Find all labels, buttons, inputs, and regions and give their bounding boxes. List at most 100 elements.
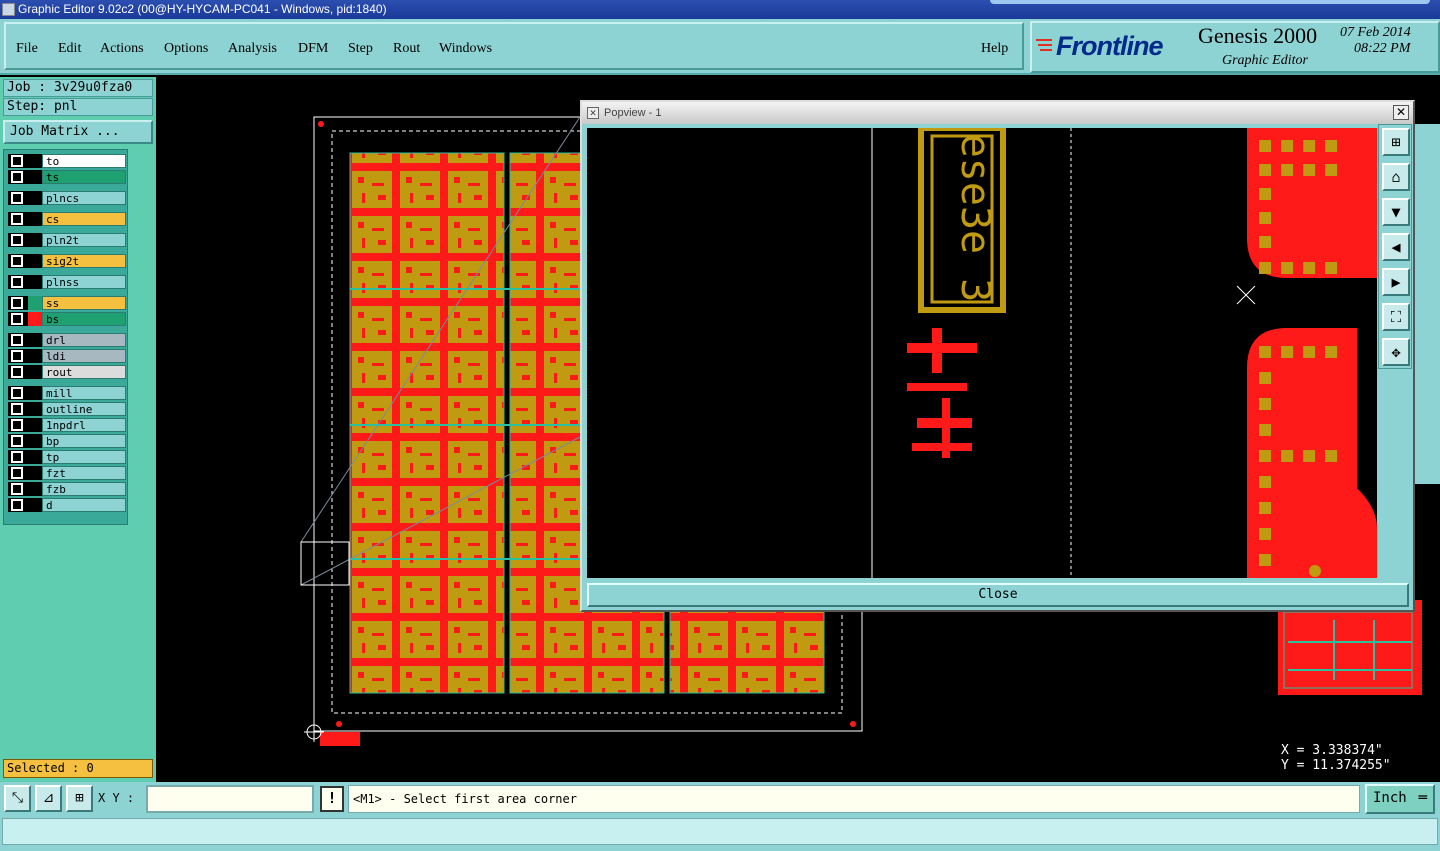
layer-checkbox-icon[interactable] [11, 483, 23, 495]
layer-checkbox-icon[interactable] [11, 387, 23, 399]
coord-y: Y = 11.374255" [1281, 758, 1391, 773]
layer-name: plnss [42, 275, 126, 289]
job-matrix-button[interactable]: Job Matrix ... [3, 120, 153, 144]
layer-name: bp [42, 434, 126, 448]
layer-row[interactable]: 1npdrl [8, 418, 126, 432]
menu-file[interactable]: File [16, 41, 38, 57]
coord-x: X = 3.338374" [1281, 743, 1383, 758]
layer-checkbox-icon[interactable] [11, 192, 23, 204]
layer-name: ts [42, 170, 126, 184]
layer-checkbox-icon[interactable] [11, 419, 23, 431]
warning-button[interactable]: ! [320, 786, 344, 812]
popview-close-button[interactable]: Close [587, 583, 1409, 607]
menu-options[interactable]: Options [164, 41, 208, 57]
right-tool-strip [1412, 124, 1440, 484]
window-controls[interactable] [990, 0, 1430, 4]
layer-checkbox-icon[interactable] [11, 435, 23, 447]
layer-row[interactable]: pln2t [8, 233, 126, 247]
layer-name: ldi [42, 349, 126, 363]
snap-icon[interactable]: ⤡ [4, 785, 31, 812]
popview-title: Popview - 1 [604, 107, 662, 119]
layer-name: ss [42, 296, 126, 310]
measure-icon[interactable]: ⊿ [35, 785, 62, 812]
layer-checkbox-icon[interactable] [11, 451, 23, 463]
pan-right-icon[interactable]: ▶ [1382, 268, 1410, 296]
layer-row[interactable]: fzt [8, 466, 126, 480]
grid-icon[interactable]: ⊞ [66, 785, 93, 812]
status-bar: ⤡ ⊿ ⊞ X Y : ! <M1> - Select first area c… [0, 782, 1440, 851]
layer-panel: Job : 3v29u0fza0 Step: pnl Job Matrix ..… [0, 77, 156, 782]
layer-name: sig2t [42, 254, 126, 268]
layer-checkbox-icon[interactable] [11, 297, 23, 309]
unit-value: Inch [1373, 790, 1407, 806]
menu-help[interactable]: Help [981, 41, 1008, 57]
layer-checkbox-icon[interactable] [11, 213, 23, 225]
layer-checkbox-icon[interactable] [11, 350, 23, 362]
layer-checkbox-icon[interactable] [11, 255, 23, 267]
pan-left-icon[interactable]: ◀ [1382, 233, 1410, 261]
layer-name: to [42, 154, 126, 168]
title-bar: Graphic Editor 9.02c2 (00@HY-HYCAM-PC041… [0, 0, 1440, 19]
layer-name: rout [42, 365, 126, 379]
layer-row[interactable]: ts [8, 170, 126, 184]
layer-checkbox-icon[interactable] [11, 171, 23, 183]
menu-dfm[interactable]: DFM [298, 41, 328, 57]
layer-row[interactable]: cs [8, 212, 126, 226]
selected-count: Selected : 0 [3, 759, 153, 778]
home-icon[interactable]: ⌂ [1382, 163, 1410, 191]
brand-frontline: Frontline [1056, 31, 1163, 61]
layer-row[interactable]: bp [8, 434, 126, 448]
layer-row[interactable]: ss [8, 296, 126, 310]
layer-row[interactable]: bs [8, 312, 126, 326]
layer-row[interactable]: plnss [8, 275, 126, 289]
layer-row[interactable]: plncs [8, 191, 126, 205]
layer-checkbox-icon[interactable] [11, 403, 23, 415]
menu-analysis[interactable]: Analysis [228, 41, 277, 57]
layer-checkbox-icon[interactable] [11, 276, 23, 288]
layer-row[interactable]: fzb [8, 482, 126, 496]
layer-color-swatch [28, 312, 42, 326]
layer-row[interactable]: to [8, 154, 126, 168]
frontline-logo-icon [1036, 39, 1052, 51]
layer-checkbox-icon[interactable] [11, 467, 23, 479]
layer-row[interactable]: rout [8, 365, 126, 379]
layer-checkbox-icon[interactable] [11, 155, 23, 167]
menu-rout[interactable]: Rout [393, 41, 420, 57]
xy-input[interactable] [146, 785, 314, 813]
app-icon [2, 3, 15, 16]
red-legend-glyphs [907, 328, 977, 458]
layer-checkbox-icon[interactable] [11, 313, 23, 325]
layer-row[interactable]: d [8, 498, 126, 512]
layer-name: bs [42, 312, 126, 326]
layer-checkbox-icon[interactable] [11, 366, 23, 378]
layer-row[interactable]: outline [8, 402, 126, 416]
layer-row[interactable]: sig2t [8, 254, 126, 268]
layer-row[interactable]: ldi [8, 349, 126, 363]
layer-checkbox-icon[interactable] [11, 334, 23, 346]
layer-name: d [42, 498, 126, 512]
layer-name: plncs [42, 191, 126, 205]
layer-row[interactable]: mill [8, 386, 126, 400]
menu-edit[interactable]: Edit [58, 41, 81, 57]
layer-checkbox-icon[interactable] [11, 499, 23, 511]
popview-window: ✕ Popview - 1 ✕ ese3e 3 Close [580, 100, 1415, 612]
fit-all-icon[interactable]: ⛶ [1382, 303, 1410, 331]
move-icon[interactable]: ✥ [1382, 338, 1410, 366]
layer-list: to ts plncs cs pln2t sig2t plnss ss bs drl ldi rout… [3, 149, 128, 525]
xy-label: X Y : [98, 791, 135, 805]
popview-canvas[interactable]: ese3e 3 [587, 128, 1377, 578]
layer-name: mill [42, 386, 126, 400]
layer-row[interactable]: drl [8, 333, 126, 347]
unit-selector[interactable]: Inch ═ [1365, 784, 1435, 814]
menu-actions[interactable]: Actions [100, 41, 144, 57]
menu-step[interactable]: Step [348, 41, 373, 57]
dropdown-icon: ═ [1418, 790, 1427, 806]
layer-checkbox-icon[interactable] [11, 234, 23, 246]
zoom-window-icon[interactable]: ⊞ [1382, 128, 1410, 156]
popview-close-icon[interactable]: ✕ [1393, 105, 1409, 120]
cursor-coordinates: X = 3.338374" Y = 11.374255" [1278, 739, 1440, 779]
menu-windows[interactable]: Windows [439, 41, 492, 57]
layer-name: cs [42, 212, 126, 226]
layer-row[interactable]: tp [8, 450, 126, 464]
zoom-down-icon[interactable]: ▼ [1382, 198, 1410, 226]
